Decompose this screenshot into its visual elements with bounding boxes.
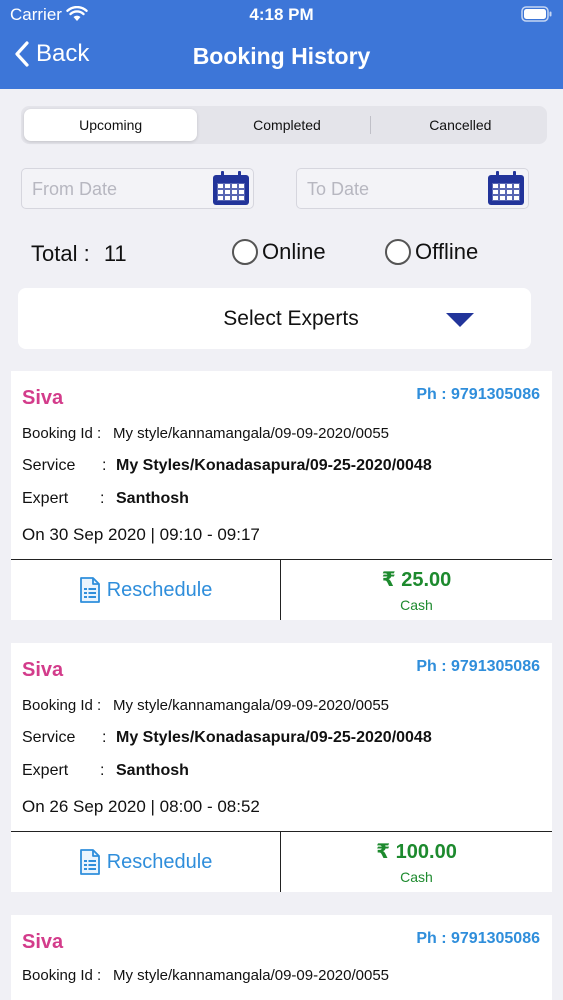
service-separator: :: [102, 729, 107, 746]
amount-value: ₹ 100.00: [376, 841, 457, 863]
service-row: Service : My Styles/Konadasapura/09-25-2…: [22, 457, 432, 475]
payment-method: Cash: [400, 597, 433, 613]
expert-row: Expert : Santhosh: [22, 490, 189, 508]
nav-header: Carrier 4:18 PM Back Booking History: [0, 0, 563, 89]
expert-separator: :: [100, 762, 105, 779]
document-icon: [79, 577, 100, 603]
expert-value: Santhosh: [116, 762, 189, 779]
booking-id-label: Booking Id :: [22, 697, 102, 714]
reschedule-button[interactable]: Reschedule: [11, 560, 281, 620]
customer-name: Siva: [22, 931, 64, 953]
booking-id-row: Booking Id : My style/kannamangala/09-09…: [22, 425, 389, 442]
tab-upcoming[interactable]: Upcoming: [24, 109, 198, 141]
booking-id-value: My style/kannamangala/09-09-2020/0055: [113, 425, 390, 442]
status-bar: Carrier 4:18 PM: [0, 0, 563, 30]
online-radio[interactable]: Online: [232, 239, 326, 265]
total-value: 11: [103, 241, 127, 266]
tab-divider: [370, 116, 371, 134]
to-date-field[interactable]: To Date: [296, 168, 529, 209]
payment-info: ₹ 25.00 Cash: [281, 560, 552, 620]
payment-info: ₹ 100.00 Cash: [281, 832, 552, 892]
booking-date: On 30 Sep 2020 | 09:10 - 09:17: [22, 525, 260, 544]
service-value: My Styles/Konadasapura/09-25-2020/0048: [116, 457, 432, 474]
tab-cancelled[interactable]: Cancelled: [374, 106, 547, 144]
radio-unchecked-icon: [385, 239, 411, 265]
payment-method: Cash: [400, 869, 433, 885]
select-experts-label: Select Experts: [223, 307, 359, 330]
booking-date: On 26 Sep 2020 | 08:00 - 08:52: [22, 797, 260, 816]
booking-id-row: Booking Id : My style/kannamangala/09-09…: [22, 697, 389, 714]
booking-id-label: Booking Id :: [22, 967, 102, 984]
booking-id-row: Booking Id : My style/kannamangala/09-09…: [22, 967, 389, 984]
expert-label: Expert: [22, 762, 69, 779]
total-label: Total :: [31, 241, 90, 266]
status-tabs: Upcoming Completed Cancelled: [21, 106, 547, 144]
online-label: Online: [262, 239, 326, 264]
service-row: Service : My Styles/Konadasapura/09-25-2…: [22, 729, 432, 747]
from-date-placeholder: From Date: [32, 179, 118, 199]
expert-separator: :: [100, 490, 105, 507]
customer-phone[interactable]: Ph : 9791305086: [416, 930, 540, 948]
radio-unchecked-icon: [232, 239, 258, 265]
expert-row: Expert : Santhosh: [22, 762, 189, 780]
reschedule-label: Reschedule: [106, 850, 213, 873]
reschedule-label: Reschedule: [106, 578, 213, 601]
booking-id-label: Booking Id :: [22, 425, 102, 442]
total-count: Total : 11: [31, 241, 127, 267]
page-title: Booking History: [192, 43, 371, 69]
offline-label: Offline: [415, 239, 479, 264]
card-footer: Reschedule ₹ 25.00 Cash: [11, 559, 552, 620]
card-footer: Reschedule ₹ 100.00 Cash: [11, 831, 552, 892]
tab-completed[interactable]: Completed: [200, 106, 373, 144]
service-value: My Styles/Konadasapura/09-25-2020/0048: [116, 729, 432, 746]
service-separator: :: [102, 457, 107, 474]
calendar-icon[interactable]: [486, 171, 526, 207]
service-label: Service: [22, 457, 76, 474]
booking-card: Siva Ph : 9791305086 Booking Id : My sty…: [11, 371, 552, 620]
to-date-placeholder: To Date: [307, 179, 370, 199]
amount-value: ₹ 25.00: [381, 569, 452, 591]
customer-name: Siva: [22, 659, 64, 681]
reschedule-button[interactable]: Reschedule: [11, 832, 281, 892]
battery-icon: [521, 6, 552, 22]
expert-value: Santhosh: [116, 490, 189, 507]
from-date-field[interactable]: From Date: [21, 168, 254, 209]
service-label: Service: [22, 729, 76, 746]
clock: 4:18 PM: [249, 5, 314, 24]
dropdown-arrow-icon: [446, 313, 474, 327]
calendar-icon[interactable]: [211, 171, 251, 207]
booking-id-value: My style/kannamangala/09-09-2020/0055: [113, 967, 390, 984]
customer-phone[interactable]: Ph : 9791305086: [416, 658, 540, 676]
expert-label: Expert: [22, 490, 69, 507]
document-icon: [79, 849, 100, 875]
offline-radio[interactable]: Offline: [385, 239, 478, 265]
customer-name: Siva: [22, 387, 64, 409]
booking-card: Siva Ph : 9791305086 Booking Id : My sty…: [11, 915, 552, 1000]
select-experts-dropdown[interactable]: Select Experts: [18, 288, 531, 349]
customer-phone[interactable]: Ph : 9791305086: [416, 386, 540, 404]
booking-card: Siva Ph : 9791305086 Booking Id : My sty…: [11, 643, 552, 892]
booking-id-value: My style/kannamangala/09-09-2020/0055: [113, 697, 390, 714]
